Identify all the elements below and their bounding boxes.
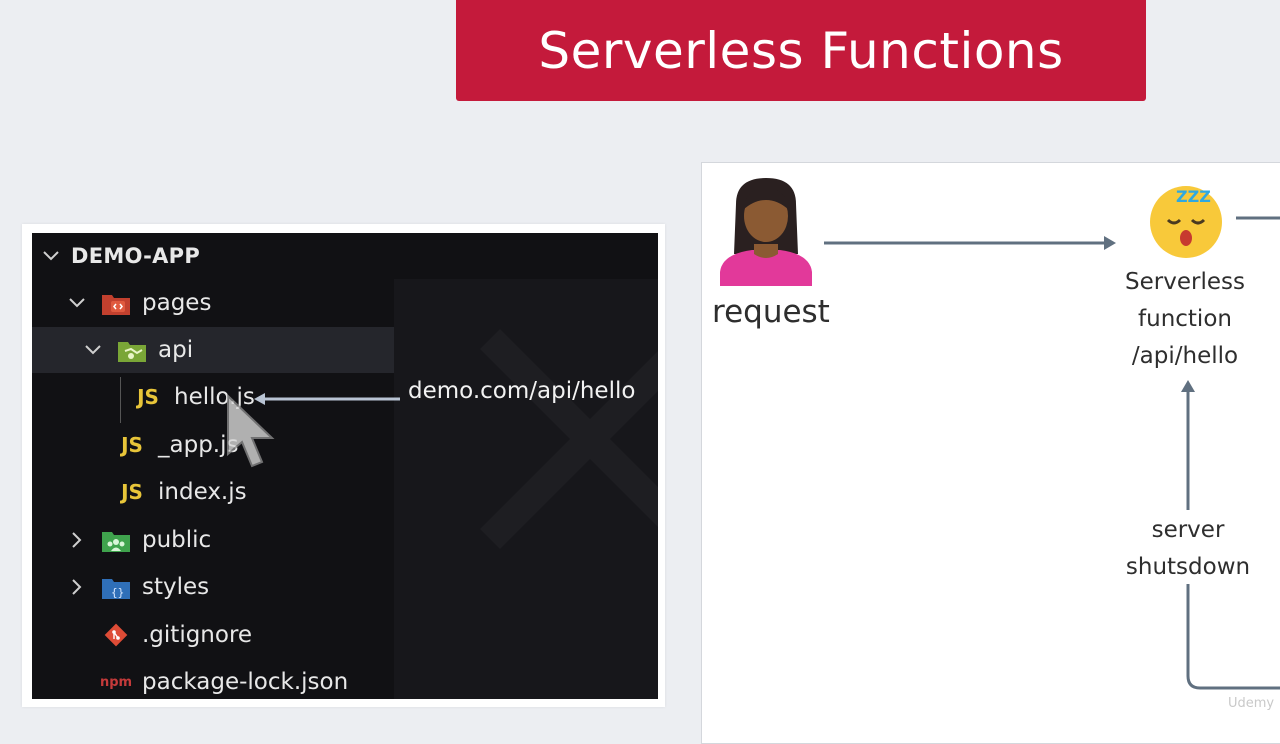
api-folder-icon <box>116 336 148 364</box>
udemy-watermark: Udemy <box>1228 696 1275 711</box>
server-shutdown-label: server shutsdown <box>1125 517 1251 580</box>
zzz-text: ZZZ <box>1176 187 1211 206</box>
chevron-right-icon[interactable] <box>66 529 88 551</box>
file-explorer: DEMO-APP pages api JS hello.js JS _app.j… <box>32 233 658 699</box>
tree-item-package-lock[interactable]: npm package-lock.json <box>32 659 394 699</box>
request-label: request <box>712 294 830 330</box>
js-file-icon: JS <box>121 480 143 504</box>
tree-item-label: pages <box>142 290 212 316</box>
tree-item-pages[interactable]: pages <box>32 280 394 326</box>
git-icon <box>100 621 132 649</box>
tree-item-gitignore[interactable]: .gitignore <box>32 612 394 658</box>
tree-item-label: .gitignore <box>142 622 253 648</box>
npm-icon: npm <box>99 674 133 690</box>
styles-folder-icon: {} <box>100 573 132 601</box>
tree-item-app-js[interactable]: JS _app.js <box>32 422 394 468</box>
request-arrow <box>824 236 1116 250</box>
return-loop-line <box>1186 584 1280 690</box>
chevron-down-icon[interactable] <box>66 292 88 314</box>
person-icon <box>720 178 812 286</box>
chevron-down-icon[interactable] <box>82 339 104 361</box>
tree-item-label: index.js <box>158 479 247 505</box>
shutdown-up-arrow <box>1181 380 1195 510</box>
slide-title: Serverless Functions <box>456 0 1146 101</box>
tree-item-label: public <box>142 527 212 553</box>
js-file-icon: JS <box>121 433 143 457</box>
js-file-icon: JS <box>137 385 159 409</box>
explorer-root-label: DEMO-APP <box>71 244 201 268</box>
tree-item-styles[interactable]: {} styles <box>32 564 394 610</box>
explorer-root-row[interactable]: DEMO-APP <box>32 233 658 279</box>
mouse-cursor-icon <box>227 393 275 468</box>
tree-item-public[interactable]: public <box>32 517 394 563</box>
pages-folder-icon <box>100 289 132 317</box>
sleeping-emoji-icon: ZZZ <box>1150 186 1222 258</box>
tree-item-label: api <box>158 337 194 363</box>
tree-item-label: styles <box>142 574 210 600</box>
outgoing-arrow-stub <box>1236 216 1280 220</box>
tree-item-index-js[interactable]: JS index.js <box>32 469 394 515</box>
svg-text:{}: {} <box>111 586 124 599</box>
chevron-down-icon[interactable] <box>40 245 62 267</box>
tree-item-label: package-lock.json <box>142 669 349 695</box>
chevron-right-icon[interactable] <box>66 576 88 598</box>
url-label: demo.com/api/hello <box>408 378 636 404</box>
serverless-function-label: Serverless function /api/hello <box>1125 269 1245 369</box>
background-x-logo <box>480 329 658 549</box>
tree-item-api[interactable]: api <box>32 327 394 373</box>
public-folder-icon <box>100 526 132 554</box>
